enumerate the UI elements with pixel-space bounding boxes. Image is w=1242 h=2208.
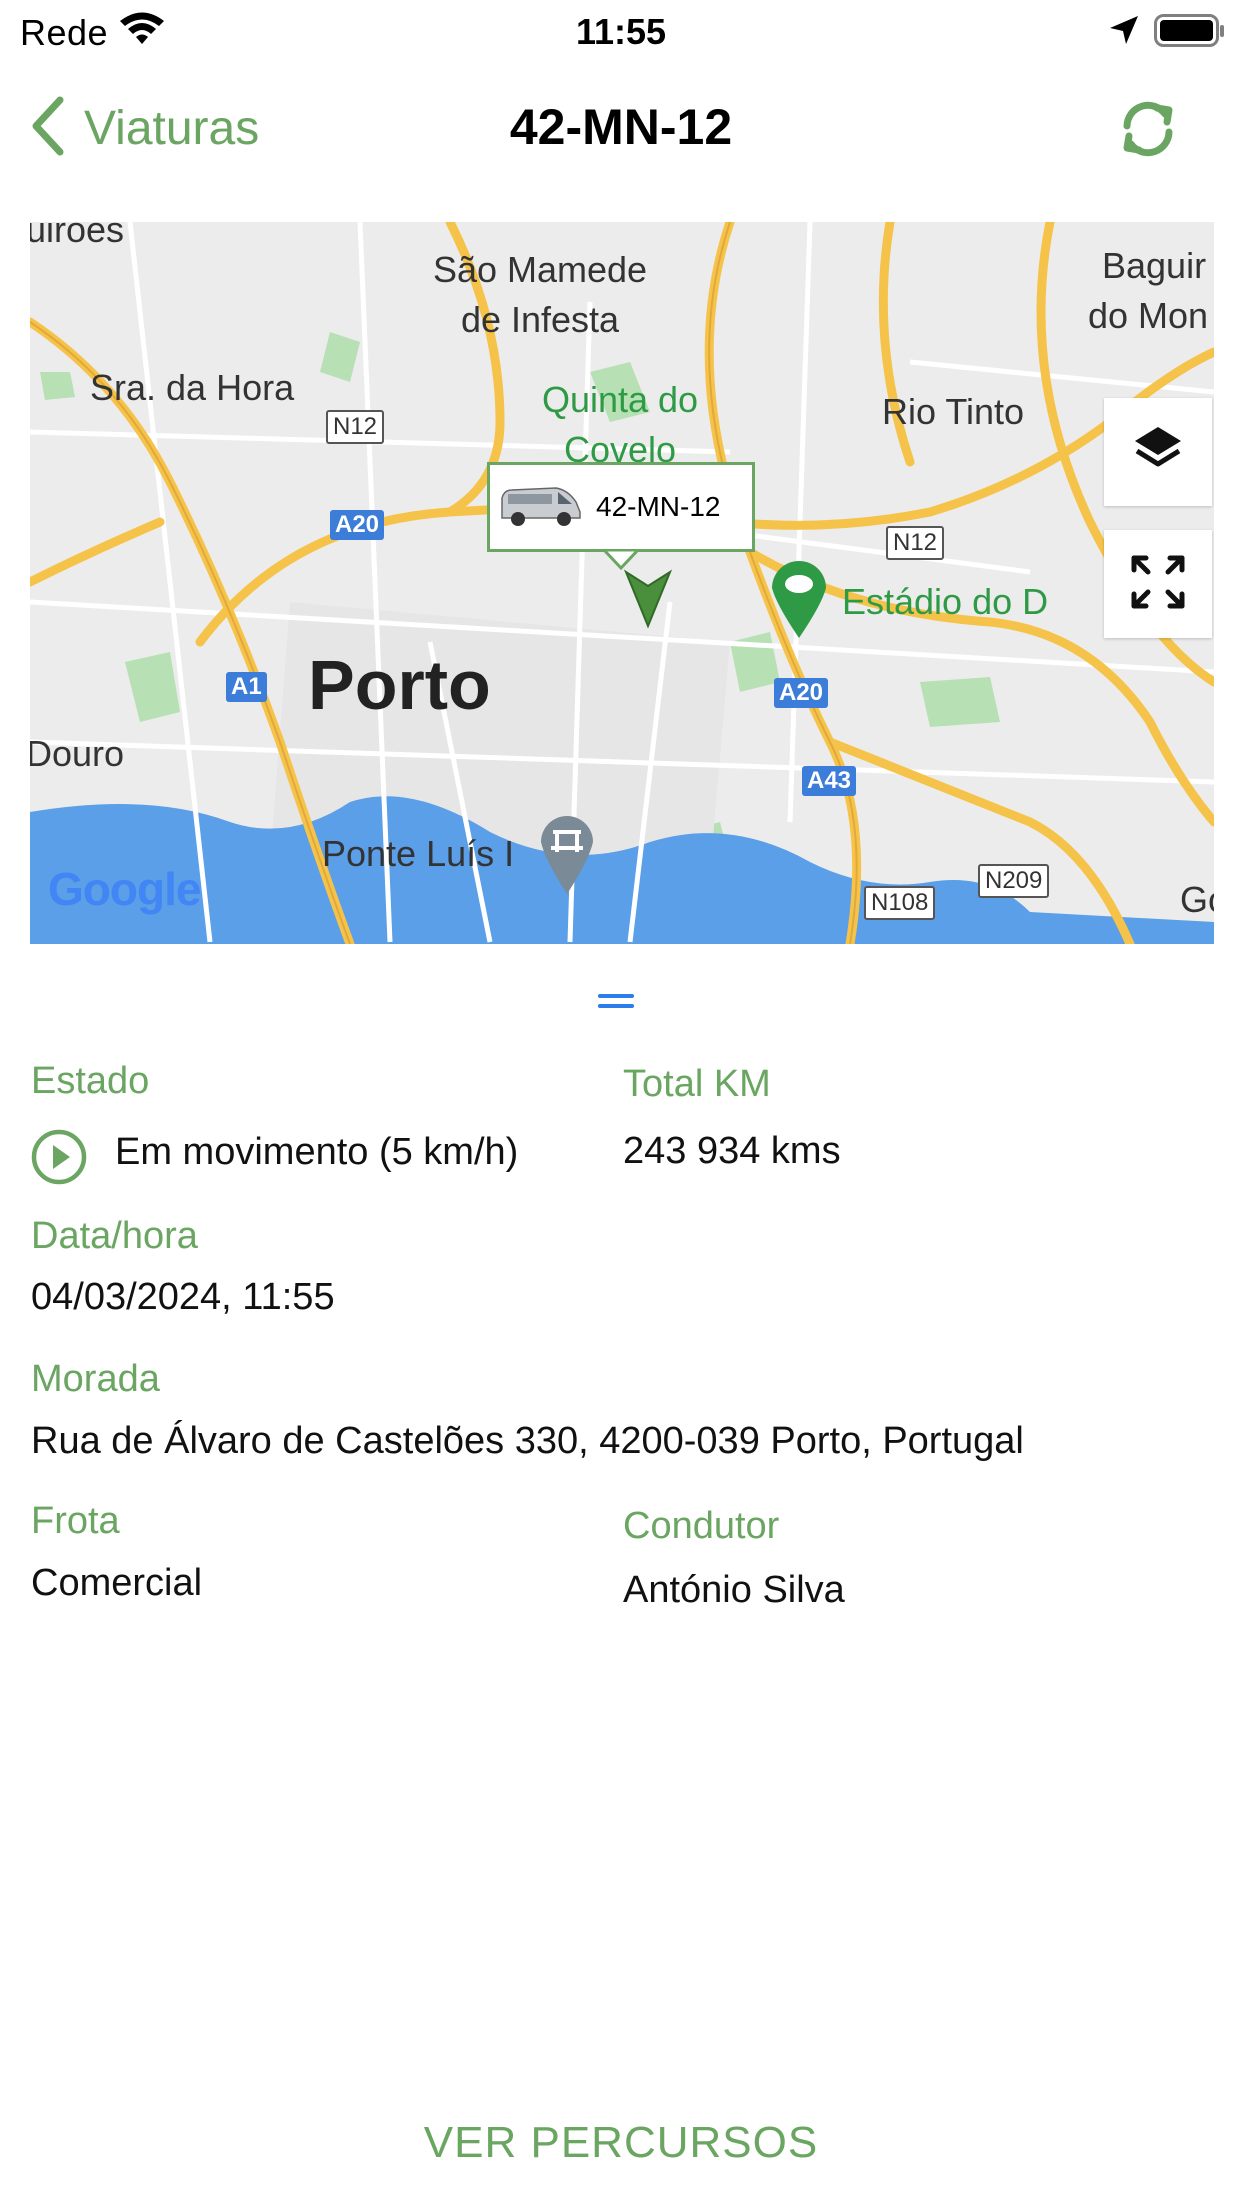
map-place-label: Rio Tinto (882, 391, 1025, 432)
callout-pointer (600, 548, 642, 575)
datahora-value: 04/03/2024, 11:55 (31, 1276, 335, 1318)
callout-label: 42-MN-12 (596, 491, 721, 522)
map-place-label-line: do Mon (1088, 295, 1209, 336)
vehicle-callout[interactable]: 42-MN-12 (487, 462, 755, 552)
frota-label: Frota (31, 1500, 120, 1542)
map-place-label: Go (1180, 879, 1214, 920)
road-shield: A43 (802, 766, 857, 796)
road-shield: N12 (326, 410, 385, 444)
road-shield: N108 (864, 886, 936, 920)
total-km-value: 243 934 kms (623, 1130, 841, 1172)
road-shield: A1 (226, 672, 267, 702)
map-place-label-line: Quinta do (541, 379, 699, 420)
map-fullscreen-button[interactable] (1104, 530, 1212, 638)
ver-percursos-button[interactable]: VER PERCURSOS (0, 2118, 1242, 2168)
attribution-text: Google (48, 863, 201, 915)
map-place-label: uiroes (30, 222, 125, 250)
play-circle-icon (30, 1128, 88, 1191)
map-place-label: Ponte Luís I (322, 833, 515, 874)
map-view[interactable]: uiroes São Mamede de Infesta Baguir do M… (30, 222, 1214, 944)
estado-value: Em movimento (5 km/h) (115, 1131, 519, 1173)
map-place-label: Quinta do Covelo (500, 382, 740, 468)
road-shield: N209 (978, 864, 1050, 898)
map-place-label: Douro (30, 733, 125, 774)
location-arrow-icon (1108, 14, 1140, 51)
clock: 11:55 (575, 11, 667, 52)
status-bar: Rede 11:55 (0, 0, 1242, 62)
estado-label: Estado (31, 1060, 150, 1102)
map-place-label-line: São Mamede (432, 249, 648, 290)
google-logo: Google (48, 862, 201, 916)
refresh-button[interactable] (1115, 96, 1181, 162)
map-place-label-line: de Infesta (460, 299, 620, 340)
navigation-bar: Viaturas 42-MN-12 (0, 80, 1242, 176)
refresh-icon (1115, 101, 1181, 166)
map-place-label: Porto (308, 646, 491, 724)
road-shield: A20 (774, 678, 829, 708)
datahora-label: Data/hora (31, 1215, 198, 1257)
map-place-label-line: Baguir (1102, 245, 1207, 286)
map-place-label: Sra. da Hora (90, 367, 295, 408)
total-km-label: Total KM (623, 1063, 771, 1105)
page-title: 42-MN-12 (509, 99, 733, 155)
drag-handle[interactable] (598, 994, 634, 1012)
frota-value: Comercial (31, 1562, 203, 1604)
condutor-value: António Silva (623, 1569, 845, 1611)
stadium-pin-icon[interactable] (766, 554, 832, 645)
map-place-label: Baguir do Mon (1088, 245, 1208, 334)
map-place-label: Estádio do D (842, 581, 1049, 622)
road-shield: A20 (330, 510, 385, 540)
battery-icon (1154, 14, 1226, 53)
map-layers-button[interactable] (1104, 398, 1212, 506)
map-place-label: São Mamede de Infesta (410, 252, 670, 338)
expand-icon (1130, 554, 1186, 615)
vehicle-arrow-icon[interactable] (620, 566, 676, 637)
morada-value: Rua de Álvaro de Castelões 330, 4200-039… (31, 1420, 1024, 1462)
condutor-label: Condutor (623, 1505, 780, 1547)
van-icon (498, 482, 584, 533)
road-shield: N12 (886, 526, 945, 560)
bridge-pin-icon[interactable] (536, 810, 598, 901)
morada-label: Morada (31, 1358, 160, 1400)
layers-icon (1131, 423, 1185, 482)
